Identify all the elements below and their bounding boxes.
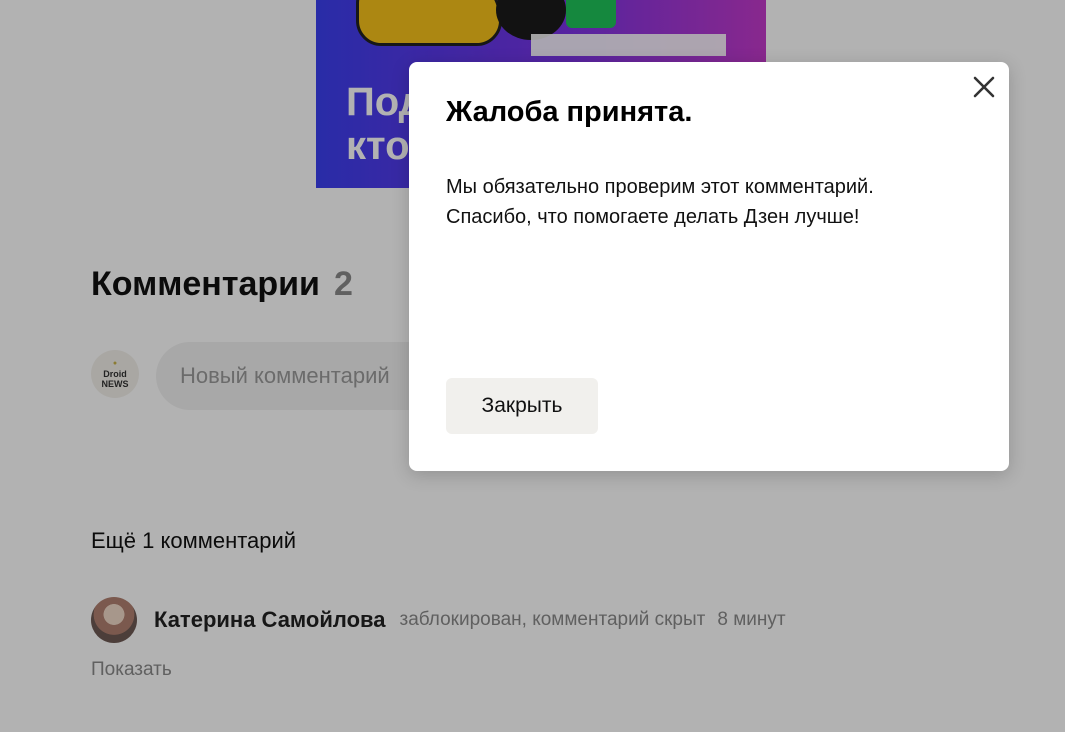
dialog-title: Жалоба принята. [446, 96, 693, 128]
close-dialog-button[interactable]: Закрыть [446, 378, 598, 434]
complaint-dialog: Жалоба принята. Мы обязательно проверим … [409, 62, 1009, 471]
dialog-message: Мы обязательно проверим этот комментарий… [446, 172, 966, 232]
dialog-message-line-2: Спасибо, что помогаете делать Дзен лучше… [446, 206, 860, 228]
close-icon[interactable] [971, 74, 997, 100]
dialog-message-line-1: Мы обязательно проверим этот комментарий… [446, 176, 874, 198]
